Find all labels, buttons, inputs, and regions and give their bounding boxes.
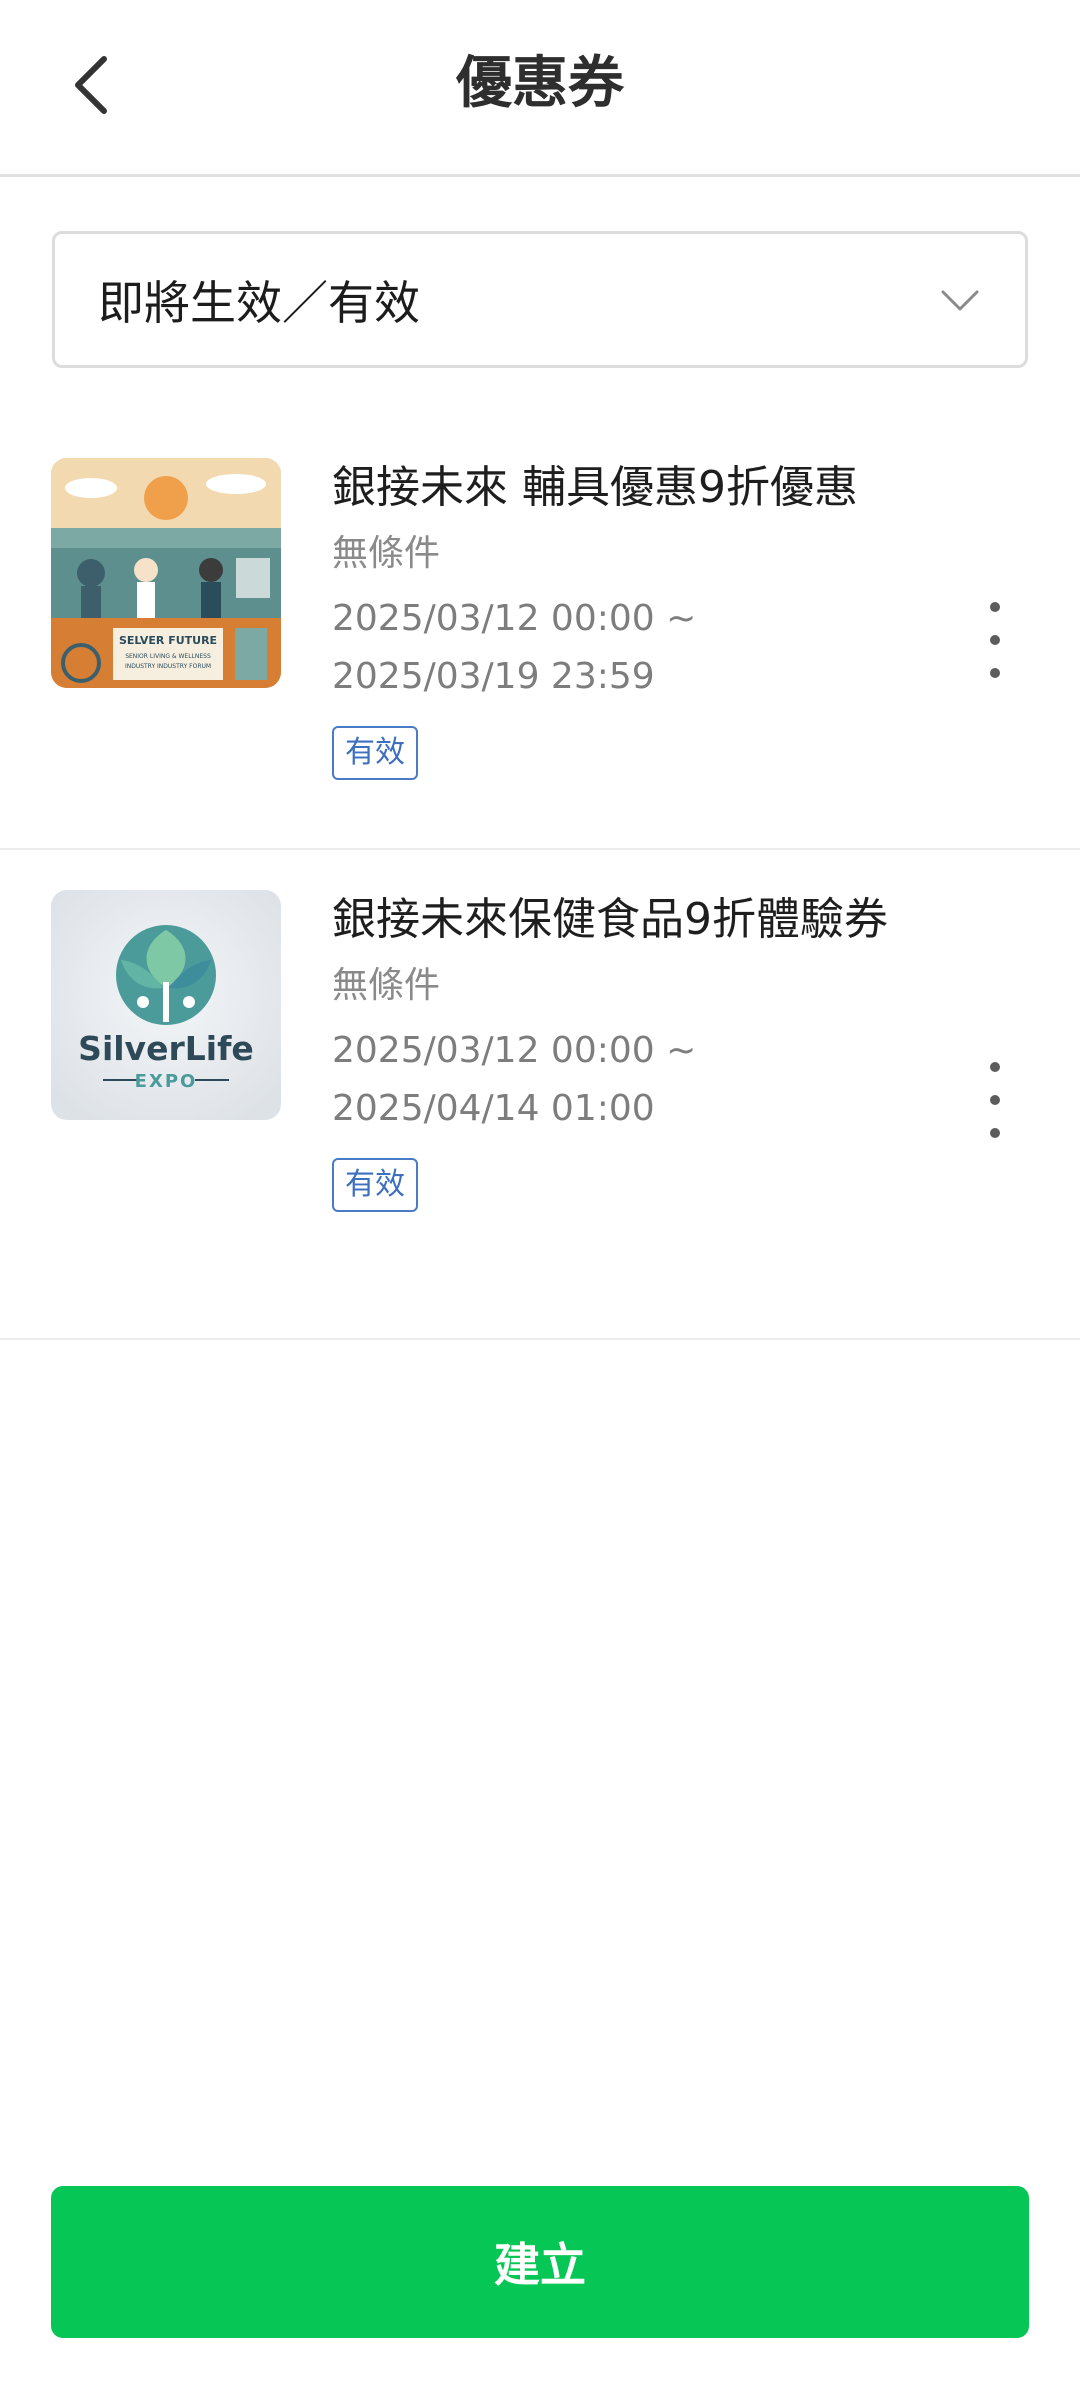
- logo-text-silverlife: SilverLife: [78, 1029, 254, 1068]
- coupon-thumbnail: SELVER FUTURE SENIOR LIVING & WELLNESS I…: [51, 458, 281, 688]
- page-title: 優惠券: [456, 51, 624, 116]
- coupon-date-range: 2025/03/12 00:00 ~ 2025/03/19 23:59: [332, 598, 697, 697]
- thumb-text-line1: SELVER FUTURE: [119, 634, 217, 647]
- more-options-button[interactable]: [970, 590, 1020, 690]
- coupon-condition: 無條件: [332, 965, 441, 1006]
- more-vertical-icon: [990, 1062, 1000, 1072]
- more-options-button[interactable]: [970, 1050, 1020, 1150]
- coupon-date-range: 2025/03/12 00:00 ~ 2025/04/14 01:00: [332, 1030, 697, 1129]
- thumb-text-line3: INDUSTRY INDUSTRY FORUM: [125, 663, 211, 670]
- logo-text-expo: EXPO: [135, 1071, 198, 1092]
- coupon-condition: 無條件: [332, 533, 441, 574]
- coupon-thumbnail: SilverLife EXPO: [51, 890, 281, 1120]
- create-button[interactable]: 建立: [51, 2186, 1029, 2338]
- coupon-item[interactable]: SilverLife EXPO 銀接未來保健食品9折體驗券 無條件 2025/0…: [0, 850, 1080, 1340]
- app-header: 優惠券: [0, 0, 1080, 177]
- coupon-title: 銀接未來 輔具優惠9折優惠: [332, 462, 858, 513]
- more-vertical-icon: [990, 602, 1000, 612]
- chevron-down-icon: [941, 290, 979, 311]
- status-filter-dropdown[interactable]: 即將生效／有效: [52, 231, 1028, 368]
- coupon-title: 銀接未來保健食品9折體驗券: [332, 894, 888, 945]
- thumb-text-line2: SENIOR LIVING & WELLNESS: [125, 653, 211, 660]
- coupon-details: 銀接未來 輔具優惠9折優惠 無條件 2025/03/12 00:00 ~ 202…: [332, 460, 912, 780]
- forum-poster-image: SELVER FUTURE SENIOR LIVING & WELLNESS I…: [51, 458, 281, 688]
- expo-logo-image: SilverLife EXPO: [51, 890, 281, 1120]
- coupon-item[interactable]: SELVER FUTURE SENIOR LIVING & WELLNESS I…: [0, 420, 1080, 850]
- coupon-details: 銀接未來保健食品9折體驗券 無條件 2025/03/12 00:00 ~ 202…: [332, 892, 912, 1212]
- status-badge: 有效: [332, 726, 418, 780]
- filter-selected-value: 即將生效／有效: [98, 275, 420, 330]
- status-badge: 有效: [332, 1158, 418, 1212]
